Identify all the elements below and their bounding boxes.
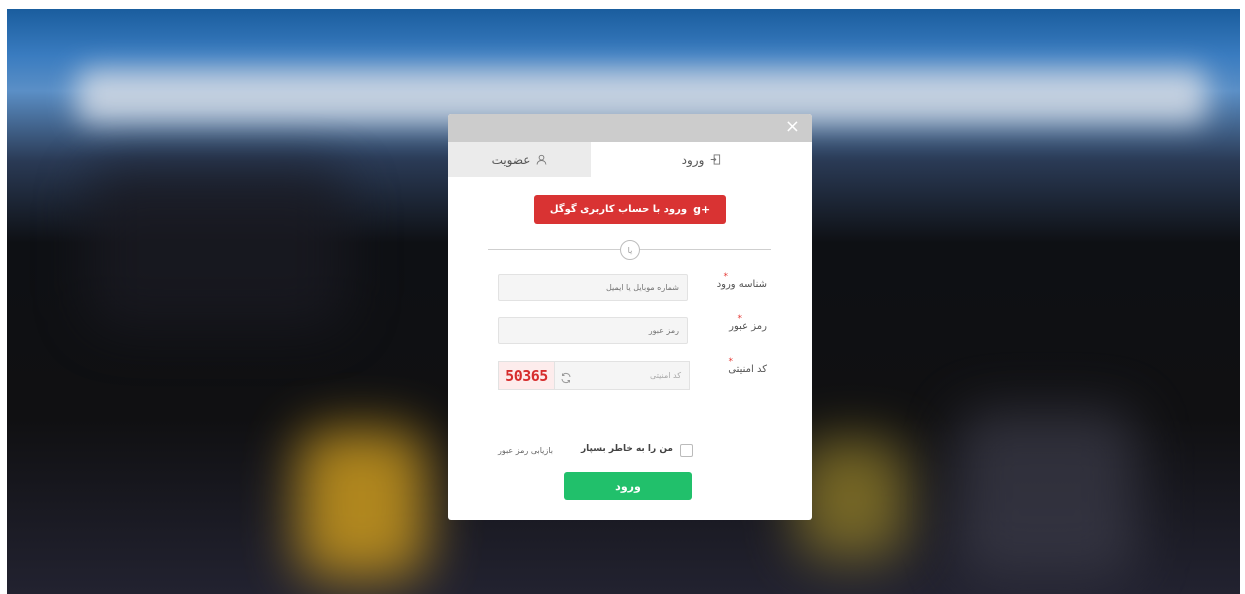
user-icon: [536, 154, 547, 165]
captcha-label: کد امنیتی: [728, 364, 767, 375]
tab-register-label: عضویت: [491, 152, 531, 167]
required-mark: *: [737, 314, 743, 324]
refresh-icon[interactable]: [560, 369, 572, 388]
remember-me-label[interactable]: من را به خاطر بسپار: [581, 444, 673, 454]
forgot-password-link[interactable]: بازیابی رمز عبور: [498, 446, 553, 455]
required-mark: *: [723, 272, 729, 282]
captcha-placeholder: کد امنیتی: [650, 371, 681, 380]
auth-tabs: عضویت ورود: [448, 142, 812, 177]
login-submit-button[interactable]: ورود: [564, 472, 692, 500]
divider-or: یا: [620, 240, 640, 260]
login-icon: [710, 154, 721, 165]
blurred-shape: [297, 429, 427, 579]
blurred-shape: [957, 409, 1137, 579]
google-plus-icon: g+: [693, 203, 711, 216]
username-input[interactable]: [498, 274, 688, 301]
tab-register[interactable]: عضویت: [448, 142, 591, 177]
blurred-shape: [87, 169, 347, 329]
modal-header: ×: [448, 114, 812, 142]
tab-login[interactable]: ورود: [591, 142, 812, 177]
tab-login-label: ورود: [681, 152, 705, 167]
captcha-input[interactable]: کد امنیتی: [555, 361, 690, 390]
blurred-shape: [797, 439, 907, 559]
required-mark: *: [728, 357, 734, 367]
password-input[interactable]: [498, 317, 688, 344]
login-modal: × عضویت ورود g+ ورود با حساب کاربری گوگل…: [448, 114, 812, 520]
password-label: رمز عبور: [729, 321, 767, 332]
google-login-button[interactable]: g+ ورود با حساب کاربری گوگل: [534, 195, 726, 224]
remember-me-checkbox[interactable]: [680, 444, 693, 457]
google-login-label: ورود با حساب کاربری گوگل: [549, 204, 688, 215]
close-icon[interactable]: ×: [785, 117, 800, 137]
captcha-image: 50365: [498, 361, 555, 390]
